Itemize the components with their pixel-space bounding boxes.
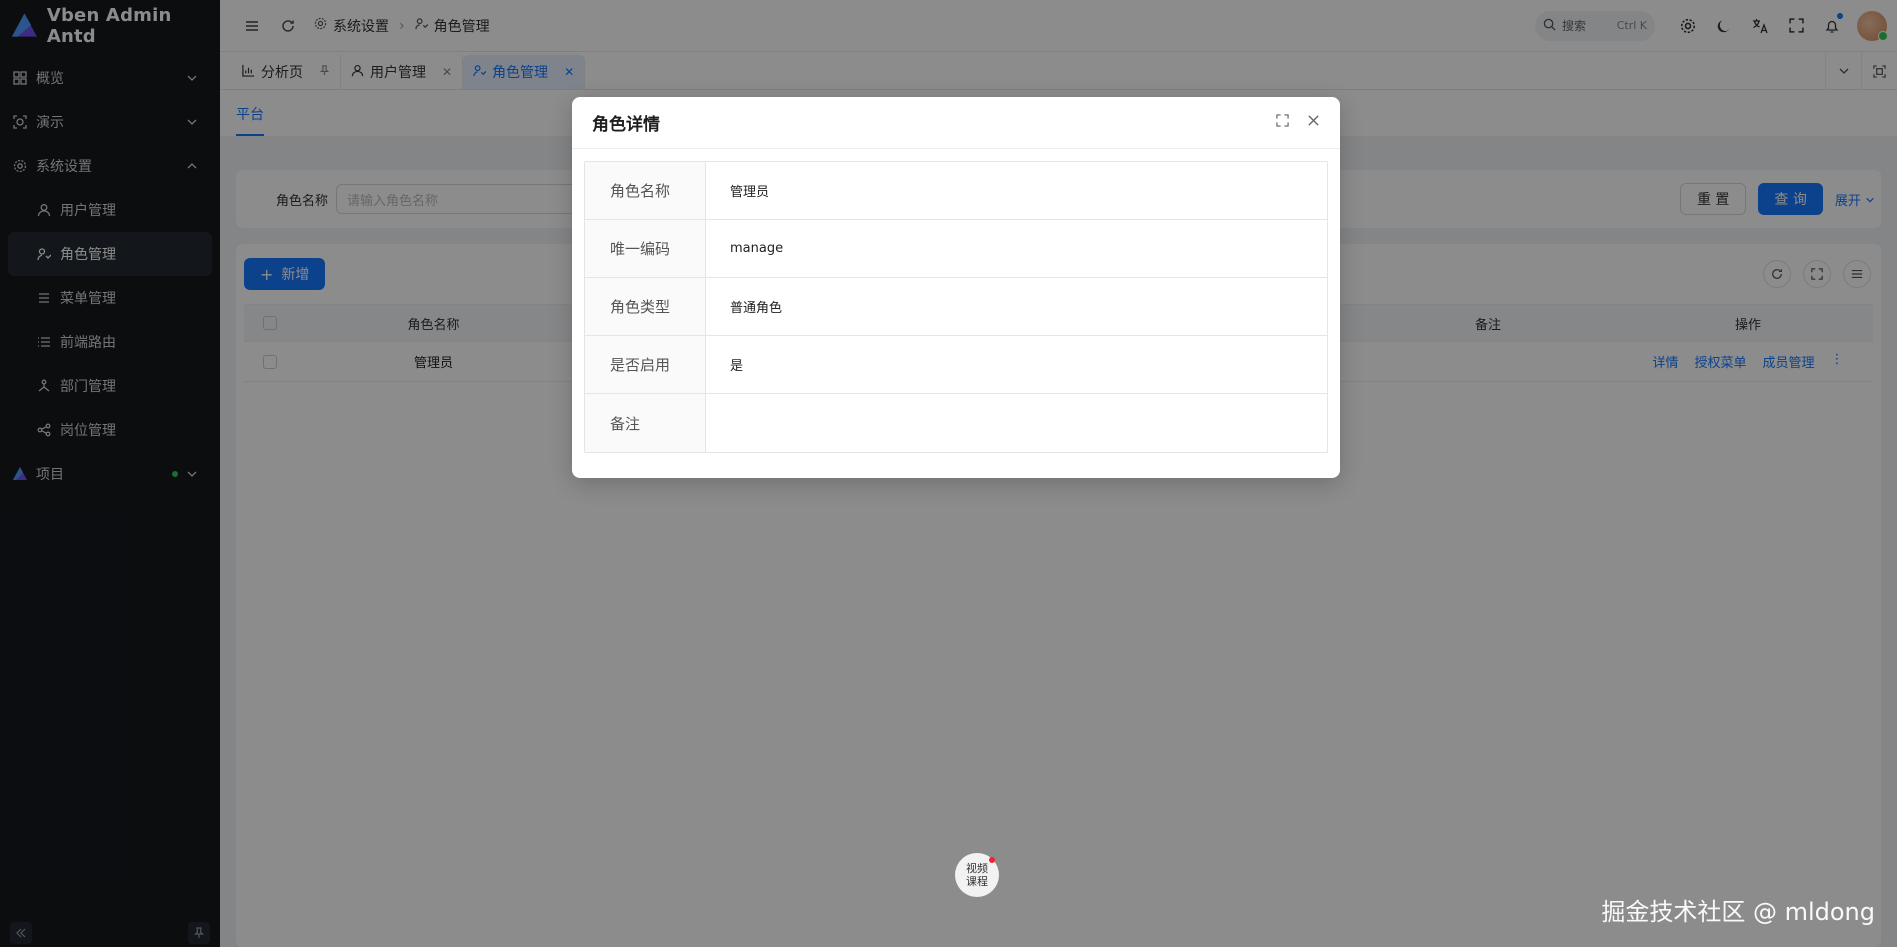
modal-header: 角色详情 <box>572 97 1340 149</box>
close-icon[interactable] <box>1307 114 1320 131</box>
video-course-button[interactable]: 视频 课程 <box>955 853 999 897</box>
description-value: 管理员 <box>730 185 770 200</box>
video-course-label: 课程 <box>966 875 988 888</box>
description-label: 备注 <box>585 394 706 452</box>
modal-title: 角色详情 <box>592 115 660 135</box>
description-value: manage <box>730 241 784 256</box>
description-value: 普通角色 <box>730 301 783 316</box>
modal-controls <box>1276 114 1320 131</box>
watermark: 掘金技术社区 @ mldong <box>1601 898 1875 926</box>
description-label: 唯一编码 <box>585 220 706 277</box>
video-course-label: 视频 <box>966 862 988 875</box>
notification-badge <box>989 857 995 863</box>
description-value <box>706 394 1327 452</box>
description-row: 备注 <box>585 394 1327 452</box>
description-label: 角色名称 <box>585 162 706 219</box>
description-label: 角色类型 <box>585 278 706 335</box>
description-row: 角色名称 管理员 <box>585 162 1327 220</box>
description-value: 是 <box>730 359 744 374</box>
description-row: 唯一编码 manage <box>585 220 1327 278</box>
description-row: 是否启用 是 <box>585 336 1327 394</box>
description-label: 是否启用 <box>585 336 706 393</box>
fullscreen-icon[interactable] <box>1276 114 1289 131</box>
role-detail-modal: 角色详情 角色名称 管理员 唯一编码 manage 角色类型 普通角色 是否启用… <box>572 97 1340 478</box>
role-description-list: 角色名称 管理员 唯一编码 manage 角色类型 普通角色 是否启用 是 备注 <box>584 161 1328 453</box>
description-row: 角色类型 普通角色 <box>585 278 1327 336</box>
